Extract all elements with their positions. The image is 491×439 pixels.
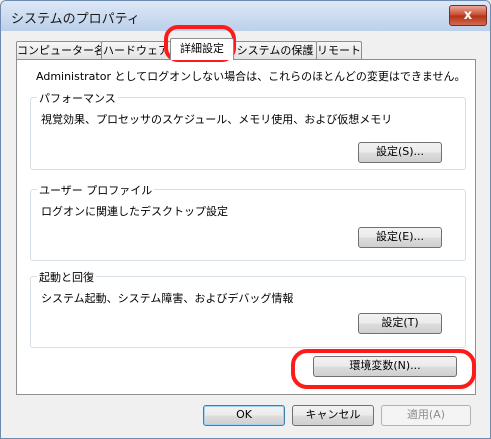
startup-recovery-description: システム起動、システム障害、およびデバッグ情報: [41, 292, 294, 305]
environment-variables-button[interactable]: 環境変数(N)...: [313, 356, 457, 377]
performance-settings-button[interactable]: 設定(S)...: [358, 142, 442, 163]
close-icon: x: [463, 8, 473, 23]
user-profile-settings-button[interactable]: 設定(E)...: [358, 227, 442, 248]
performance-group: パフォーマンス 視覚効果、プロセッサのスケジュール、メモリ使用、および仮想メモリ…: [30, 90, 466, 170]
startup-recovery-settings-button[interactable]: 設定(T): [358, 313, 442, 334]
window-title: システムのプロパティ: [11, 12, 140, 27]
startup-recovery-group: 起動と回復 システム起動、システム障害、およびデバッグ情報 設定(T): [30, 269, 466, 348]
tab-computer-name[interactable]: コンピューター名: [16, 41, 105, 59]
user-profile-label: ユーザー プロファイル: [37, 182, 155, 198]
performance-label: パフォーマンス: [37, 90, 118, 106]
tab-advanced[interactable]: 詳細設定: [170, 38, 234, 60]
close-button[interactable]: x: [449, 5, 487, 26]
user-profile-description: ログオンに関連したデスクトップ設定: [41, 205, 228, 218]
user-profile-group: ユーザー プロファイル ログオンに関連したデスクトップ設定 設定(E)...: [30, 182, 466, 261]
dialog-client: コンピューター名 ハードウェア 詳細設定 システムの保護 リモート Admini…: [7, 31, 484, 433]
startup-recovery-label: 起動と回復: [37, 269, 96, 285]
tab-remote[interactable]: リモート: [316, 41, 362, 59]
apply-button[interactable]: 適用(A): [381, 405, 471, 426]
tab-system-protection[interactable]: システムの保護: [233, 41, 317, 59]
performance-description: 視覚効果、プロセッサのスケジュール、メモリ使用、および仮想メモリ: [41, 113, 393, 126]
advanced-tab-panel: Administrator としてログオンしない場合は、これらのほとんどの変更は…: [16, 59, 476, 395]
ok-button[interactable]: OK: [203, 405, 285, 426]
admin-note: Administrator としてログオンしない場合は、これらのほとんどの変更は…: [36, 70, 466, 83]
title-bar[interactable]: システムのプロパティ x: [1, 1, 490, 31]
system-properties-window: システムのプロパティ x コンピューター名 ハードウェア 詳細設定 システムの保…: [0, 0, 491, 439]
tab-hardware[interactable]: ハードウェア: [101, 41, 171, 59]
cancel-button[interactable]: キャンセル: [292, 405, 374, 426]
